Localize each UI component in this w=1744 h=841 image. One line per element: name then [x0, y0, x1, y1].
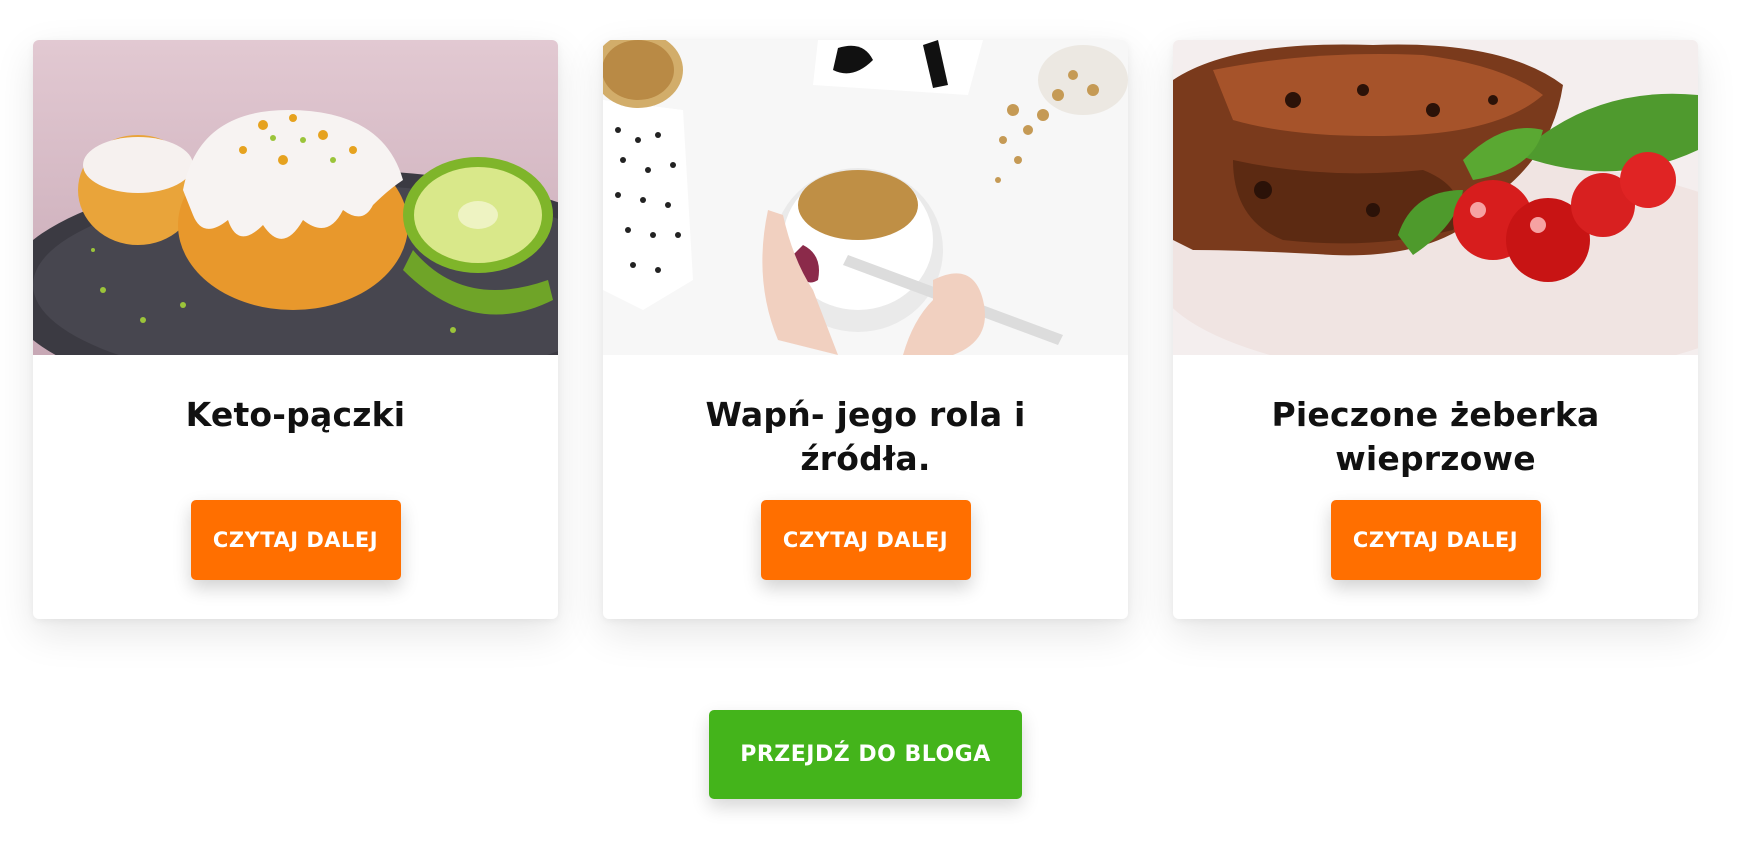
- post-card: Pieczone żeberka wieprzowe CZYTAJ DALEJ: [1173, 40, 1698, 619]
- post-title[interactable]: Keto-pączki: [186, 393, 406, 437]
- post-cards: Keto-pączki CZYTAJ DALEJ Wapń- jego rola…: [33, 40, 1698, 619]
- post-card: Keto-pączki CZYTAJ DALEJ: [33, 40, 558, 619]
- read-more-button[interactable]: CZYTAJ DALEJ: [190, 500, 401, 580]
- post-image-pork-ribs[interactable]: [1173, 40, 1698, 355]
- blog-section: Keto-pączki CZYTAJ DALEJ Wapń- jego rola…: [0, 0, 1744, 841]
- post-title[interactable]: Pieczone żeberka wieprzowe: [1226, 393, 1646, 481]
- go-to-blog-button[interactable]: PRZEJDŹ DO BLOGA: [709, 710, 1022, 799]
- post-card: Wapń- jego rola i źródła. CZYTAJ DALEJ: [603, 40, 1128, 619]
- post-image-calcium[interactable]: [603, 40, 1128, 355]
- post-title[interactable]: Wapń- jego rola i źródła.: [656, 393, 1076, 481]
- read-more-button[interactable]: CZYTAJ DALEJ: [1330, 500, 1541, 580]
- read-more-button[interactable]: CZYTAJ DALEJ: [760, 500, 971, 580]
- post-image-keto-donuts[interactable]: [33, 40, 558, 355]
